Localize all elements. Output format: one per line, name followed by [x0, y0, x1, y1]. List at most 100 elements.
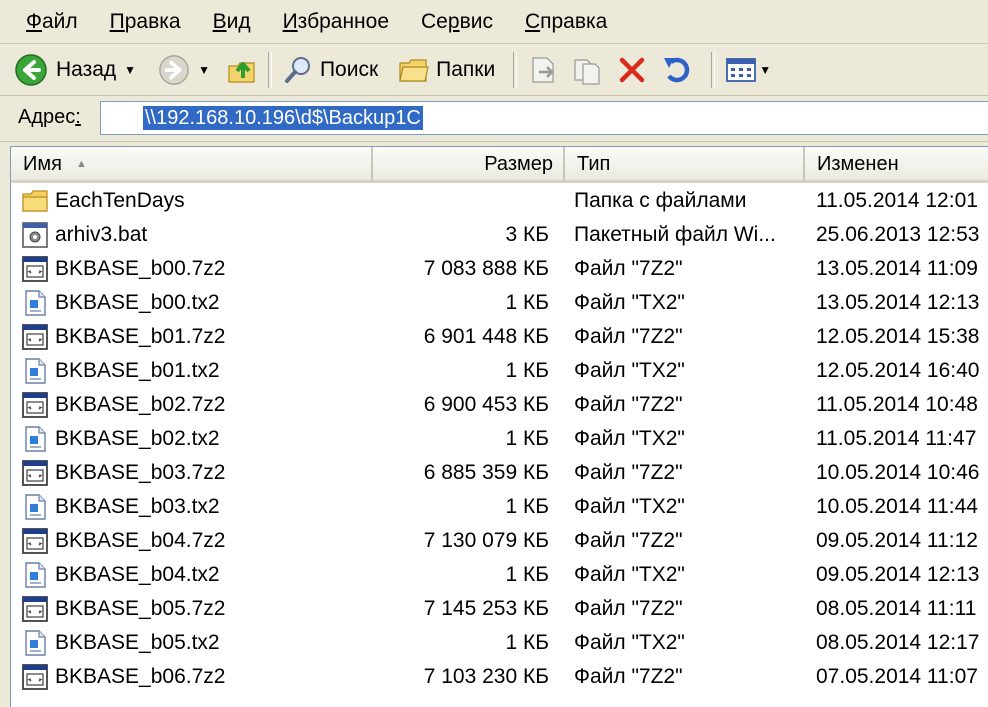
move-to-icon — [532, 56, 554, 83]
file-name: BKBASE_b03.tx2 — [55, 495, 220, 518]
file-row[interactable]: BKBASE_b00.tx2 1 КБ Файл "TX2" 13.05.2014 1… — [11, 286, 988, 320]
menu-bar: Файл Правка Вид Избранное Сервис Справка — [0, 0, 988, 44]
file-type: Файл "TX2" — [574, 631, 685, 654]
text-file-icon — [21, 630, 49, 656]
column-header-name-label: Имя — [23, 153, 62, 175]
back-dropdown-icon[interactable]: ▼ — [124, 63, 136, 77]
move-to-button[interactable] — [527, 54, 559, 86]
delete-button[interactable] — [617, 55, 647, 85]
file-type: Файл "TX2" — [574, 359, 685, 382]
file-type: Пакетный файл Wi... — [574, 223, 776, 246]
folders-button[interactable]: Папки — [398, 55, 495, 85]
back-arrow-icon — [15, 53, 47, 86]
file-modified: 13.05.2014 12:13 — [816, 291, 980, 314]
file-type: Файл "7Z2" — [574, 461, 683, 484]
file-name: BKBASE_b02.tx2 — [55, 427, 220, 450]
file-name: EachTenDays — [55, 189, 185, 212]
file-row[interactable]: BKBASE_b04.7z2 7 130 079 КБ Файл "7Z2" 09.0… — [11, 524, 988, 558]
search-button[interactable]: Поиск — [282, 54, 378, 86]
menu-view-label: ид — [226, 9, 251, 33]
file-name: BKBASE_b02.7z2 — [55, 393, 226, 416]
menu-view-accel: В — [212, 9, 227, 33]
column-header-modified-label: Изменен — [817, 153, 899, 175]
file-modified: 12.05.2014 15:38 — [816, 325, 980, 348]
file-modified: 12.05.2014 16:40 — [816, 359, 980, 382]
column-header-size[interactable]: Размер — [373, 147, 565, 183]
file-row[interactable]: BKBASE_b00.7z2 7 083 888 КБ Файл "7Z2" 13.0… — [11, 252, 988, 286]
menu-edit-label: равка — [124, 9, 181, 33]
copy-to-button[interactable] — [571, 54, 603, 86]
file-type: Файл "TX2" — [574, 427, 685, 450]
menu-tools-label: вис — [459, 9, 493, 33]
views-button[interactable]: ▼ — [725, 56, 771, 84]
views-dropdown-icon[interactable]: ▼ — [759, 63, 771, 77]
back-button[interactable]: Назад ▼ — [14, 53, 136, 87]
file-name: BKBASE_b04.tx2 — [55, 563, 220, 586]
file-modified: 09.05.2014 12:13 — [816, 563, 980, 586]
forward-dropdown-icon[interactable]: ▼ — [198, 63, 210, 77]
views-icon — [726, 57, 757, 82]
file-row[interactable]: EachTenDays Папка с файлами 11.05.2014 12:… — [11, 184, 988, 218]
column-header-modified[interactable]: Изменен — [805, 147, 988, 183]
file-name: BKBASE_b05.tx2 — [55, 631, 220, 654]
file-size: 7 145 253 КБ — [423, 597, 549, 620]
menu-favorites-label: збранное — [297, 9, 390, 33]
sort-ascending-icon: ▲ — [75, 158, 87, 170]
menu-help-accel: С — [524, 9, 541, 33]
file-size: 7 083 888 КБ — [423, 257, 549, 280]
file-name: BKBASE_b03.7z2 — [55, 461, 226, 484]
undo-button[interactable] — [661, 54, 693, 86]
file-row[interactable]: BKBASE_b03.tx2 1 КБ Файл "TX2" 10.05.2014 1… — [11, 490, 988, 524]
column-header-name[interactable]: Имя ▲ — [11, 147, 373, 183]
archive-file-icon — [21, 324, 49, 350]
file-row[interactable]: BKBASE_b02.tx2 1 КБ Файл "TX2" 11.05.2014 1… — [11, 422, 988, 456]
file-size: 6 901 448 КБ — [423, 325, 549, 348]
archive-file-icon — [21, 528, 49, 554]
file-type: Файл "7Z2" — [574, 325, 683, 348]
column-header-type[interactable]: Тип — [565, 147, 805, 183]
file-list[interactable]: Имя ▲ Размер Тип Изменен EachTenDays Папка… — [10, 146, 988, 707]
file-row[interactable]: BKBASE_b01.7z2 6 901 448 КБ Файл "7Z2" 12.0… — [11, 320, 988, 354]
file-row[interactable]: BKBASE_b03.7z2 6 885 359 КБ Файл "7Z2" 10.0… — [11, 456, 988, 490]
menu-help[interactable]: Справка — [525, 10, 607, 34]
file-size: 1 КБ — [505, 631, 549, 654]
file-type: Файл "TX2" — [574, 495, 685, 518]
file-row[interactable]: BKBASE_b05.7z2 7 145 253 КБ Файл "7Z2" 08.0… — [11, 592, 988, 626]
file-modified: 11.05.2014 11:47 — [816, 427, 977, 450]
address-label-text: Адрес — [18, 106, 76, 128]
menu-view[interactable]: Вид — [213, 10, 251, 34]
menu-file[interactable]: Файл — [26, 10, 78, 34]
menu-favorites[interactable]: Избранное — [283, 10, 389, 34]
file-row[interactable]: BKBASE_b02.7z2 6 900 453 КБ Файл "7Z2" 11.0… — [11, 388, 988, 422]
file-size: 7 103 230 КБ — [423, 665, 549, 688]
file-modified: 07.05.2014 11:07 — [816, 665, 978, 688]
file-row[interactable]: BKBASE_b06.7z2 7 103 230 КБ Файл "7Z2" 07.0… — [11, 660, 988, 694]
menu-file-accel: Ф — [26, 9, 42, 33]
file-modified: 08.05.2014 12:17 — [816, 631, 980, 654]
address-input[interactable]: \\192.168.10.196\d$\Backup1C — [100, 101, 988, 135]
file-modified: 25.06.2013 12:53 — [816, 223, 980, 246]
toolbar-separator — [267, 51, 272, 88]
menu-file-label: айл — [41, 9, 78, 33]
file-name: BKBASE_b00.7z2 — [55, 257, 226, 280]
address-bar: Адрес: \\192.168.10.196\d$\Backup1C — [0, 96, 988, 142]
file-row[interactable]: BKBASE_b04.tx2 1 КБ Файл "TX2" 09.05.2014 1… — [11, 558, 988, 592]
text-file-icon — [21, 562, 49, 588]
file-size: 1 КБ — [505, 563, 549, 586]
copy-to-icon — [574, 58, 600, 85]
file-row[interactable]: arhiv3.bat 3 КБ Пакетный файл Wi... 25.06.2… — [11, 218, 988, 252]
file-type: Файл "7Z2" — [574, 393, 683, 416]
forward-button[interactable]: ▼ — [158, 54, 210, 86]
file-row[interactable]: BKBASE_b01.tx2 1 КБ Файл "TX2" 12.05.2014 1… — [11, 354, 988, 388]
file-row[interactable]: BKBASE_b05.tx2 1 КБ Файл "TX2" 08.05.2014 1… — [11, 626, 988, 660]
undo-icon — [664, 57, 690, 82]
text-file-icon — [21, 494, 49, 520]
search-icon — [284, 56, 310, 83]
file-name: BKBASE_b06.7z2 — [55, 665, 226, 688]
column-header-type-label: Тип — [577, 153, 611, 175]
up-folder-button[interactable] — [226, 54, 258, 86]
menu-edit[interactable]: Правка — [110, 10, 181, 34]
menu-tools[interactable]: Сервис — [421, 10, 493, 34]
archive-file-icon — [21, 596, 49, 622]
file-size: 1 КБ — [505, 427, 549, 450]
